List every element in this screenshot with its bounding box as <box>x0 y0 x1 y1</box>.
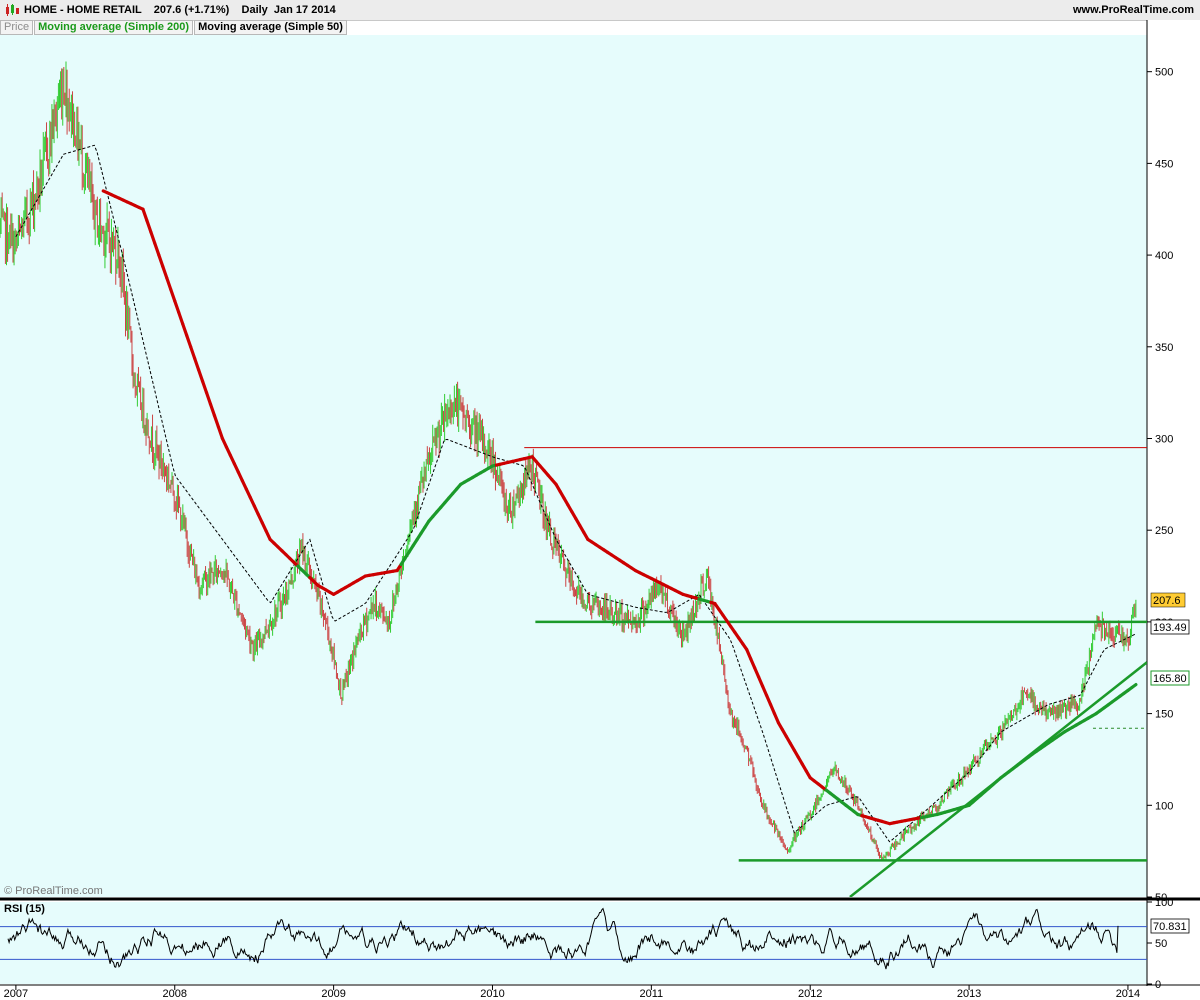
rsi-value-badge: 70.831 <box>1150 918 1190 934</box>
price-tick-label: 500 <box>1155 67 1173 79</box>
price-plot-area <box>0 35 1147 897</box>
time-tick-label: 2012 <box>798 988 822 1000</box>
rsi-value-badge-text: 70.831 <box>1153 921 1187 933</box>
time-tick-label: 2014 <box>1116 988 1140 1000</box>
last-price-badge-text: 207.6 <box>1153 595 1181 607</box>
rsi-plot-area <box>0 902 1147 984</box>
rsi-tick-label: 100 <box>1155 897 1173 909</box>
rsi-tick-label: 50 <box>1155 938 1167 950</box>
price-tick-label: 450 <box>1155 158 1173 170</box>
ma200-badge: 165.80 <box>1150 670 1190 686</box>
time-tick-label: 2007 <box>4 988 28 1000</box>
ma200-badge-text: 165.80 <box>1153 673 1187 685</box>
time-tick-label: 2013 <box>957 988 981 1000</box>
copyright-text: © ProRealTime.com <box>4 885 103 897</box>
ma50-badge: 193.49 <box>1150 619 1190 635</box>
price-tick-label: 300 <box>1155 433 1173 445</box>
price-tick-label: 250 <box>1155 525 1173 537</box>
time-axis-ticks: 2007 2008 2009 2010 2011 2012 2013 2014 <box>4 985 1140 1000</box>
price-tick-label: 350 <box>1155 342 1173 354</box>
ma50-badge-text: 193.49 <box>1153 622 1187 634</box>
rsi-panel-title: RSI (15) <box>4 903 45 915</box>
time-tick-label: 2011 <box>640 988 664 1000</box>
time-tick-label: 2010 <box>480 988 504 1000</box>
price-tick-label: 100 <box>1155 800 1173 812</box>
time-tick-label: 2009 <box>321 988 345 1000</box>
price-tick-label: 400 <box>1155 250 1173 262</box>
time-tick-label: 2008 <box>163 988 187 1000</box>
rsi-tick-label: 0 <box>1155 979 1161 991</box>
price-tick-label: 150 <box>1155 709 1173 721</box>
last-price-badge: 207.6 <box>1150 592 1186 608</box>
price-chart-svg: 50100150200250300350400450500 050100 200… <box>0 20 1200 1000</box>
